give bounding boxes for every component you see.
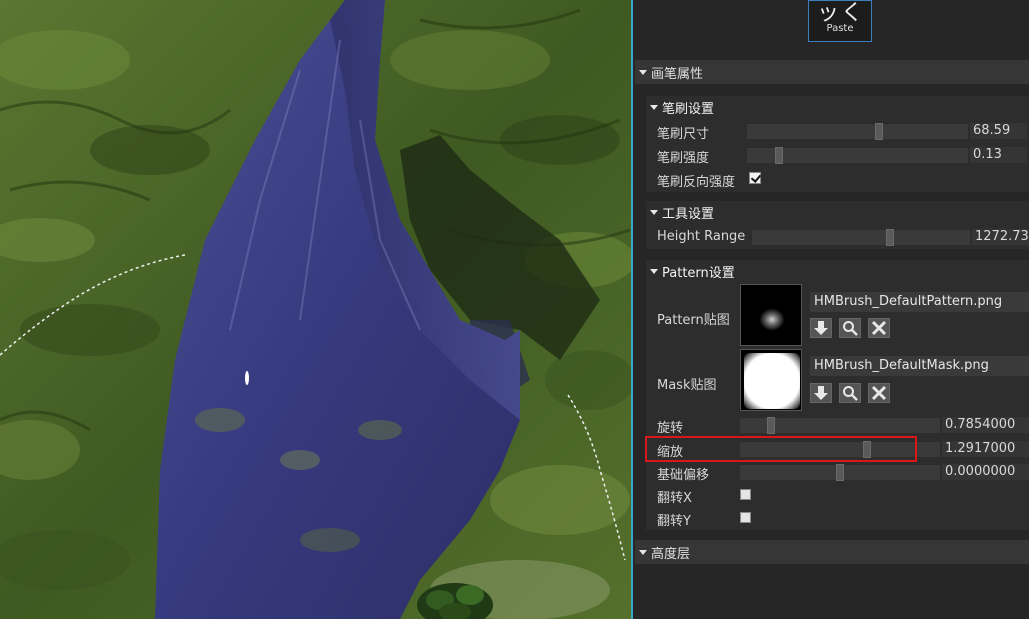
mask-texture-image: [741, 350, 801, 410]
mask-find-button[interactable]: [839, 383, 861, 403]
collapse-arrow-icon: [650, 209, 658, 215]
slider-handle[interactable]: [886, 229, 894, 246]
terrain-render: [0, 0, 631, 619]
rotation-value[interactable]: 0.7854000: [942, 417, 1029, 433]
base-offset-label: 基础偏移: [657, 468, 710, 483]
section-header-height-layer[interactable]: 高度层: [635, 540, 1029, 564]
scale-value[interactable]: 1.2917000: [942, 441, 1029, 457]
slider-handle[interactable]: [836, 464, 844, 481]
collapse-arrow-icon: [650, 268, 658, 274]
download-arrow-icon: [814, 386, 828, 400]
slider-handle[interactable]: [863, 441, 871, 458]
base-offset-slider[interactable]: [740, 464, 940, 481]
magnifier-icon: [843, 386, 858, 401]
group-title: Pattern设置: [662, 265, 735, 281]
slider-handle[interactable]: [775, 147, 783, 164]
pattern-load-button[interactable]: [810, 318, 832, 338]
flip-x-checkbox[interactable]: [740, 489, 751, 500]
mask-texture-preview[interactable]: [740, 349, 802, 411]
tool-settings-group: 工具设置 Height Range 1272.73: [646, 201, 1029, 249]
base-offset-value[interactable]: 0.0000000: [942, 464, 1029, 480]
group-header-brush-settings[interactable]: 笔刷设置: [646, 96, 1029, 118]
height-range-value[interactable]: 1272.73: [972, 229, 1029, 245]
scale-slider[interactable]: [740, 441, 940, 458]
brush-size-slider[interactable]: [747, 123, 968, 140]
scale-label: 缩放: [657, 445, 684, 460]
brush-reverse-checkbox[interactable]: [749, 172, 761, 184]
brush-settings-group: 笔刷设置 笔刷尺寸 68.59 笔刷强度 0.13 笔刷反向强度: [646, 96, 1029, 192]
inspector-panel: ッく Paste 画笔属性 笔刷设置 笔刷尺寸 68.59 笔刷强度 0.13 …: [633, 0, 1029, 619]
flip-y-checkbox[interactable]: [740, 512, 751, 523]
scene-viewport[interactable]: [0, 0, 631, 619]
paste-button[interactable]: ッく Paste: [808, 0, 872, 42]
pattern-texture-preview[interactable]: [740, 284, 802, 346]
collapse-arrow-icon: [639, 69, 647, 75]
rotation-label: 旋转: [657, 421, 684, 436]
mask-texture-label: Mask贴图: [657, 378, 717, 393]
height-range-slider[interactable]: [752, 229, 970, 246]
mask-clear-button[interactable]: [868, 383, 890, 403]
brush-size-value[interactable]: 68.59: [970, 123, 1027, 139]
close-icon: [871, 385, 887, 401]
pattern-find-button[interactable]: [839, 318, 861, 338]
flip-y-label: 翻转Y: [657, 514, 691, 529]
section-header-brush-properties[interactable]: 画笔属性: [635, 60, 1029, 84]
group-title: 笔刷设置: [662, 101, 715, 117]
flip-x-label: 翻转X: [657, 491, 692, 506]
mask-texture-name[interactable]: HMBrush_DefaultMask.png: [810, 356, 1029, 376]
close-icon: [871, 320, 887, 336]
pattern-texture-name[interactable]: HMBrush_DefaultPattern.png: [810, 292, 1029, 312]
brush-size-label: 笔刷尺寸: [657, 127, 710, 142]
brush-strength-slider[interactable]: [747, 147, 968, 164]
section-title: 高度层: [651, 546, 691, 562]
pattern-settings-group: Pattern设置 Pattern贴图 HMBrush_DefaultPatte…: [646, 260, 1029, 530]
pattern-texture-image: [741, 285, 801, 345]
section-title: 画笔属性: [651, 66, 704, 82]
rotation-slider[interactable]: [740, 417, 940, 434]
collapse-arrow-icon: [650, 104, 658, 110]
slider-handle[interactable]: [875, 123, 883, 140]
group-header-pattern-settings[interactable]: Pattern设置: [646, 260, 1029, 282]
paste-label: Paste: [826, 23, 854, 34]
pattern-clear-button[interactable]: [868, 318, 890, 338]
slider-handle[interactable]: [767, 417, 775, 434]
brush-strength-value[interactable]: 0.13: [970, 147, 1027, 163]
collapse-arrow-icon: [639, 549, 647, 555]
brush-strength-label: 笔刷强度: [657, 151, 710, 166]
download-arrow-icon: [814, 321, 828, 335]
group-header-tool-settings[interactable]: 工具设置: [646, 201, 1029, 223]
brush-reverse-label: 笔刷反向强度: [657, 175, 736, 190]
group-title: 工具设置: [662, 206, 715, 222]
magnifier-icon: [843, 321, 858, 336]
height-range-label: Height Range: [657, 229, 746, 244]
pattern-texture-label: Pattern贴图: [657, 313, 730, 328]
mask-load-button[interactable]: [810, 383, 832, 403]
